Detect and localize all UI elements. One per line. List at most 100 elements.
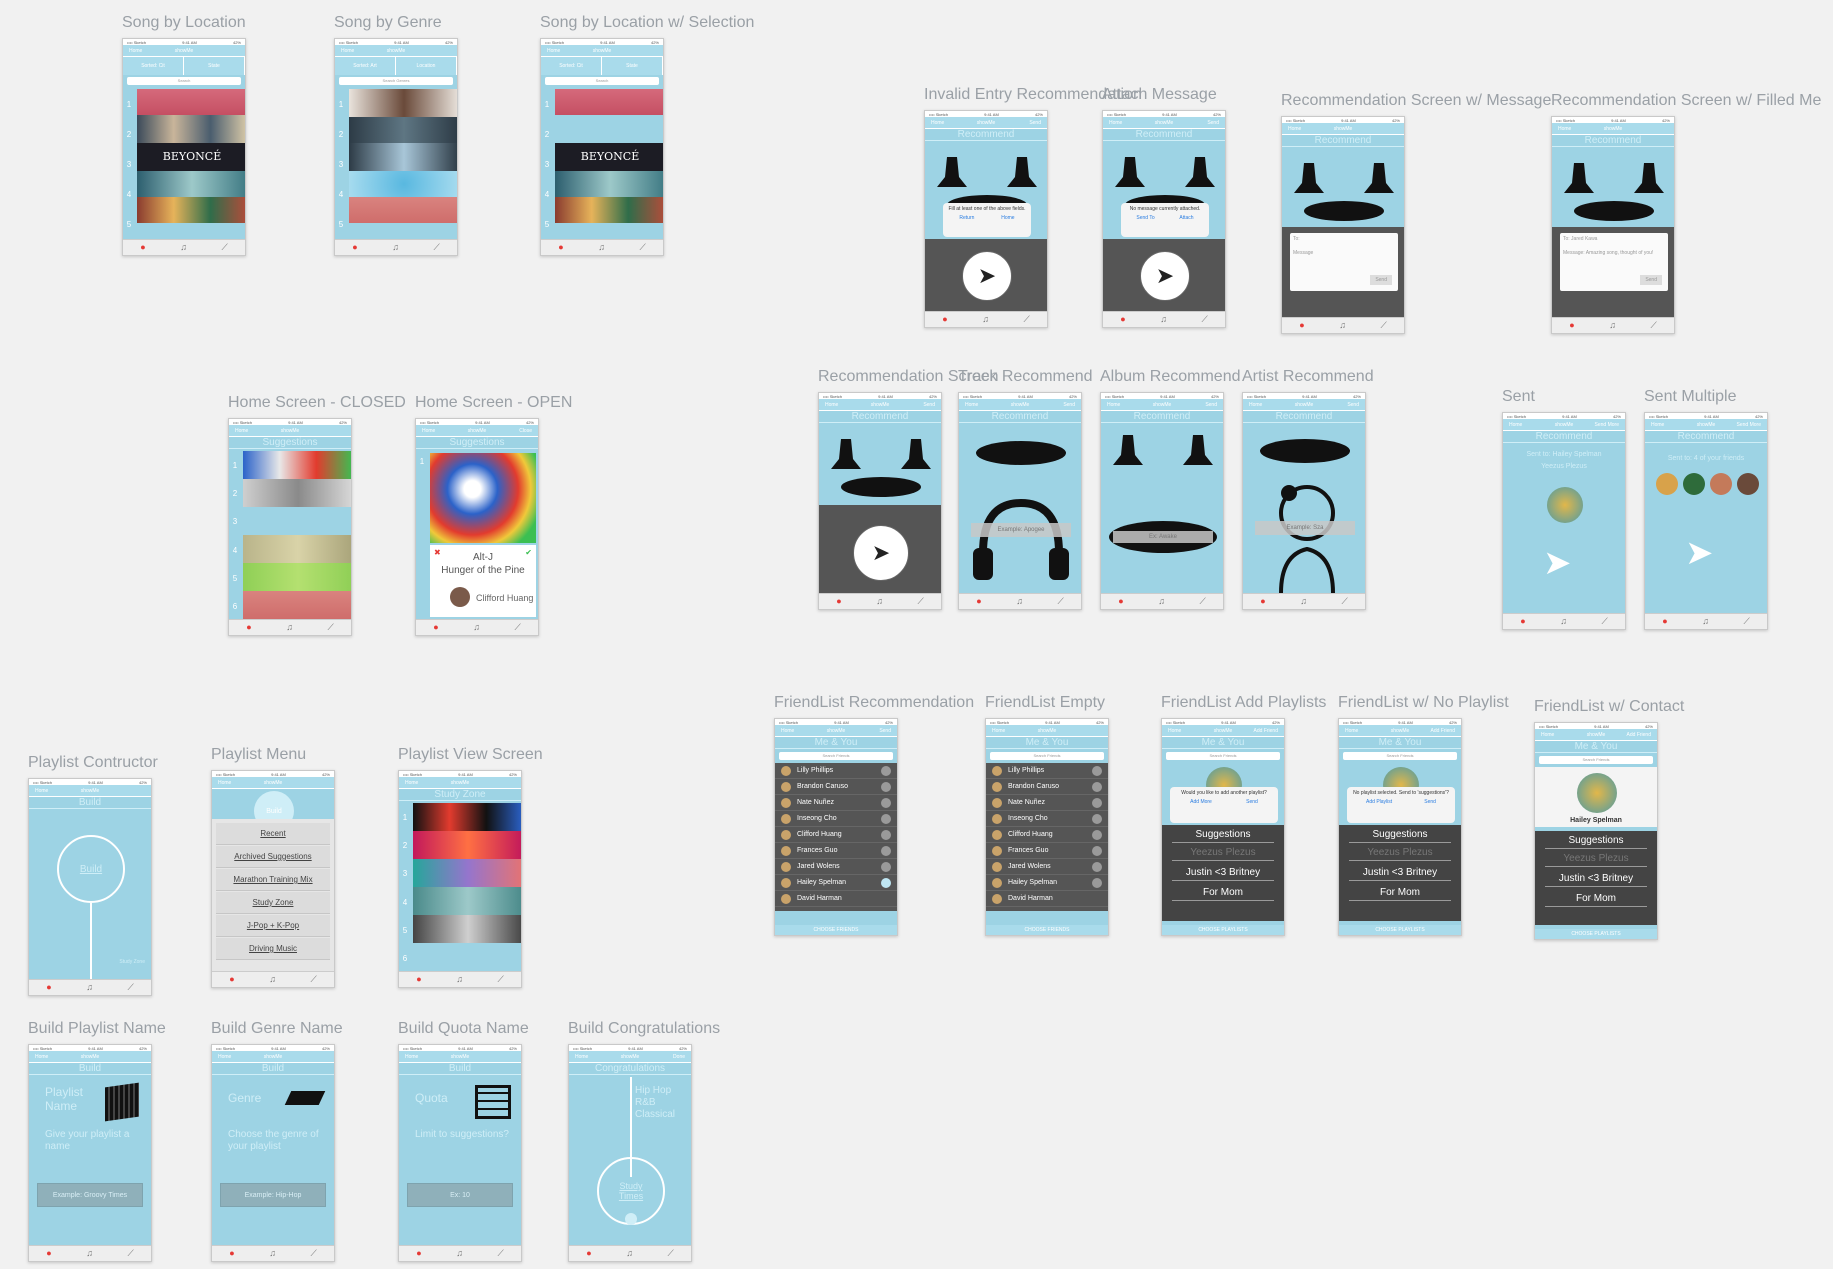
segment-state[interactable]: State	[602, 57, 663, 75]
album-art[interactable]	[243, 563, 351, 591]
paper-plane-send-button[interactable]: ➤	[962, 251, 1012, 301]
segment-sort[interactable]: Sorted: Cit	[541, 57, 602, 75]
menu-item-study[interactable]: Study Zone	[216, 892, 330, 914]
album-art-selected[interactable]	[555, 115, 663, 143]
headphones-tab-icon[interactable]: ♫	[269, 1249, 276, 1258]
select-toggle[interactable]	[1092, 845, 1102, 856]
record-tab-icon[interactable]: ●	[416, 975, 421, 984]
track-input[interactable]: Example: Apogee	[971, 523, 1071, 537]
search-input[interactable]: Search Genres	[339, 77, 453, 85]
select-toggle[interactable]	[881, 829, 891, 840]
record-tab-icon[interactable]: ●	[229, 1249, 234, 1258]
home-button[interactable]: Home	[235, 428, 248, 434]
record-tab-icon[interactable]: ●	[1118, 597, 1123, 606]
menu-item-driving[interactable]: Driving Music	[216, 938, 330, 960]
message-field[interactable]: Message	[1293, 250, 1395, 256]
search-input[interactable]: Search	[127, 77, 241, 85]
record-tab-icon[interactable]: ●	[942, 315, 947, 324]
search-friends-input[interactable]: Search Friends	[1539, 756, 1653, 764]
playlist-row[interactable]: Justin <3 Britney	[1545, 871, 1647, 887]
choose-friends-button[interactable]: CHOOSE FRIENDS	[775, 925, 897, 935]
menu-item-jpop[interactable]: J-Pop + K-Pop	[216, 915, 330, 937]
album-art[interactable]: BEYONCÉ	[555, 143, 663, 171]
playlist-row[interactable]: Yeezus Plezus	[1172, 845, 1274, 861]
sort-segmented-control[interactable]: Sorted: Art Location	[335, 57, 457, 75]
home-dialog-button[interactable]: Home	[1001, 215, 1014, 221]
select-toggle[interactable]	[881, 797, 891, 808]
headphones-tab-icon[interactable]: ♫	[1609, 321, 1616, 330]
friend-row[interactable]: Frances Guo	[986, 843, 1108, 859]
send-more-button[interactable]: Send More	[1595, 422, 1619, 428]
friend-row[interactable]: Frances Guo	[775, 843, 897, 859]
chart-tab-icon[interactable]: ⟋	[497, 1249, 503, 1258]
record-tab-icon[interactable]: ●	[246, 623, 251, 632]
select-toggle[interactable]	[1092, 829, 1102, 840]
chart-tab-icon[interactable]: ⟋	[1057, 597, 1063, 606]
home-button[interactable]: Home	[1509, 422, 1522, 428]
chart-tab-icon[interactable]: ⟋	[1380, 321, 1386, 330]
headphones-tab-icon[interactable]: ♫	[982, 315, 989, 324]
headphones-tab-icon[interactable]: ♫	[269, 975, 276, 984]
album-art[interactable]	[413, 943, 521, 971]
home-button[interactable]: Home	[405, 1054, 418, 1060]
record-tab-icon[interactable]: ●	[1569, 321, 1574, 330]
select-toggle[interactable]	[1092, 861, 1102, 872]
friend-row[interactable]: Clifford Huang	[775, 827, 897, 843]
home-button[interactable]: Home	[405, 780, 418, 786]
record-tab-icon[interactable]: ●	[140, 243, 145, 252]
chart-tab-icon[interactable]: ⟋	[310, 1249, 316, 1258]
album-art[interactable]	[555, 89, 663, 115]
album-art[interactable]	[555, 197, 663, 223]
headphones-tab-icon[interactable]: ♫	[1300, 597, 1307, 606]
chart-tab-icon[interactable]: ⟋	[310, 975, 316, 984]
album-art[interactable]	[243, 479, 351, 507]
playlist-row[interactable]: For Mom	[1545, 891, 1647, 907]
search-friends-input[interactable]: Search Friends	[779, 752, 893, 760]
record-tab-icon[interactable]: ●	[1260, 597, 1265, 606]
send-more-button[interactable]: Send More	[1737, 422, 1761, 428]
search-friends-input[interactable]: Search Friends	[990, 752, 1104, 760]
headphones-tab-icon[interactable]: ♫	[598, 243, 605, 252]
friend-row[interactable]: David Harman	[775, 891, 897, 907]
home-button[interactable]: Home	[781, 728, 794, 734]
attach-button[interactable]: Attach	[1179, 215, 1193, 221]
record-tab-icon[interactable]: ●	[416, 1249, 421, 1258]
album-art[interactable]	[137, 89, 245, 115]
artist-input[interactable]: Example: Sza	[1255, 521, 1355, 535]
record-tab-icon[interactable]: ●	[1120, 315, 1125, 324]
record-tab-icon[interactable]: ●	[352, 243, 357, 252]
add-playlist-button[interactable]: Add Playlist	[1366, 799, 1392, 805]
chart-tab-icon[interactable]: ⟋	[127, 983, 133, 992]
headphones-tab-icon[interactable]: ♫	[180, 243, 187, 252]
headphones-tab-icon[interactable]: ♫	[1339, 321, 1346, 330]
select-toggle[interactable]	[1092, 813, 1102, 824]
headphones-tab-icon[interactable]: ♫	[1560, 617, 1567, 626]
send-button[interactable]: Send	[1063, 402, 1075, 408]
home-button[interactable]: Home	[218, 1054, 231, 1060]
choose-playlists-button[interactable]: CHOOSE PLAYLISTS	[1162, 925, 1284, 935]
friend-row[interactable]: David Harman	[986, 891, 1108, 907]
playlist-row[interactable]: For Mom	[1349, 885, 1451, 901]
select-toggle[interactable]	[881, 845, 891, 856]
playlist-row[interactable]: Suggestions	[1545, 833, 1647, 849]
headphones-tab-icon[interactable]: ♫	[456, 975, 463, 984]
friend-row[interactable]: Lilly Phillips	[986, 763, 1108, 779]
playlist-row[interactable]: Justin <3 Britney	[1172, 865, 1274, 881]
send-button[interactable]: Send	[879, 728, 891, 734]
select-toggle[interactable]	[881, 861, 891, 872]
record-tab-icon[interactable]: ●	[1299, 321, 1304, 330]
record-tab-icon[interactable]: ●	[1662, 617, 1667, 626]
home-button[interactable]: Home	[218, 780, 231, 786]
add-friend-button[interactable]: Add Friend	[1431, 728, 1455, 734]
send-message-button[interactable]: Send	[1370, 275, 1392, 285]
album-art[interactable]	[243, 451, 351, 479]
album-art[interactable]	[137, 115, 245, 143]
segment-state[interactable]: State	[184, 57, 245, 75]
headphones-tab-icon[interactable]: ♫	[1016, 597, 1023, 606]
send-button[interactable]: Send	[1205, 402, 1217, 408]
chart-tab-icon[interactable]: ⟋	[327, 623, 333, 632]
home-button[interactable]: Home	[1288, 126, 1301, 132]
album-art[interactable]	[243, 507, 351, 535]
select-toggle[interactable]	[881, 813, 891, 824]
album-art[interactable]	[349, 171, 457, 197]
